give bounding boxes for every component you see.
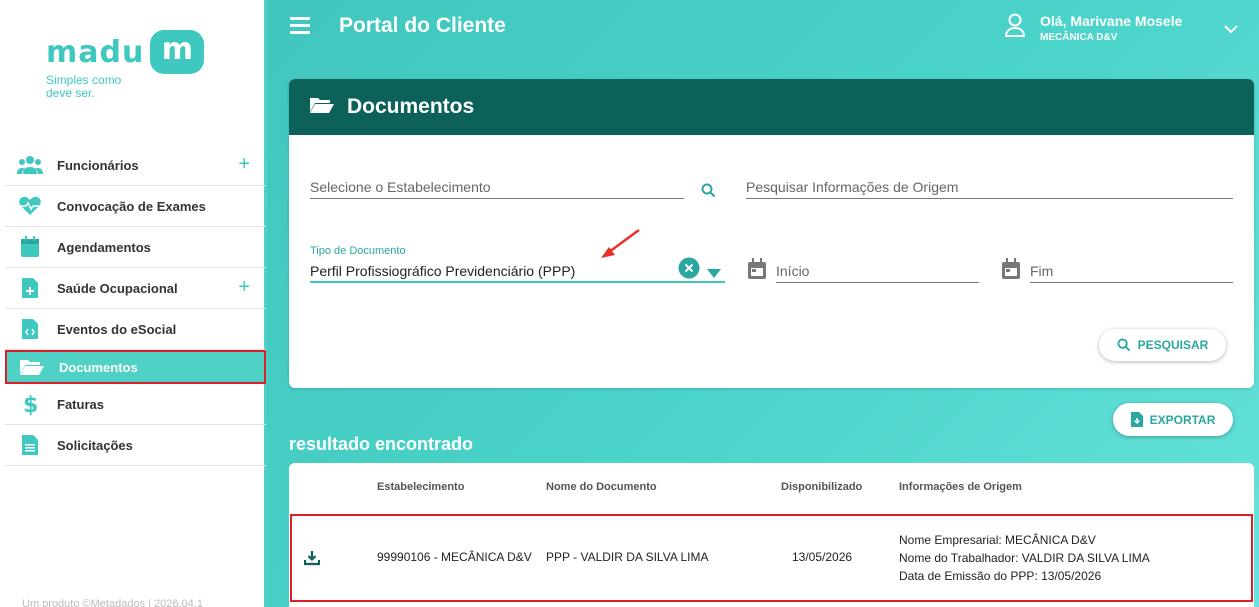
heart-pulse-icon [17,195,43,217]
user-greeting[interactable]: Olá, Marivane Mosele [1040,13,1182,29]
sidebar-item-documentos[interactable]: Documentos [5,350,266,384]
sidebar-item-funcionarios[interactable]: Funcionários + [5,145,266,186]
cell-establishment: 99990106 - MECÂNICA D&V [377,550,532,564]
document-icon [17,434,43,456]
search-icon [1117,338,1130,352]
sidebar-item-label: Faturas [57,396,104,412]
dollar-icon: $ [17,393,43,416]
footer-note: Um produto ©Metadados | 2026.04.1 [22,598,203,607]
expand-plus-icon[interactable]: + [238,153,250,176]
caret-down-icon[interactable] [707,265,721,283]
sidebar-item-label: Funcionários [57,157,139,173]
calendar-icon[interactable] [1001,258,1021,285]
folder-open-icon [19,356,45,378]
sidebar-item-saude-ocupacional[interactable]: Saúde Ocupacional + [5,268,266,309]
export-button-label: EXPORTAR [1149,412,1216,427]
user-company: MECÂNICA D&V [1040,32,1118,43]
sidebar-item-label: Documentos [59,359,138,375]
sidebar-item-label: Agendamentos [57,239,151,255]
documents-card: Documentos Selecione o Estabelecimento P… [289,79,1254,388]
document-type-select[interactable]: Tipo de Documento Perfil Profissiográfic… [310,245,725,284]
table-row[interactable]: 99990106 - MECÂNICA D&V PPP - VALDIR DA … [290,514,1253,602]
code-file-icon [17,318,43,340]
end-date-placeholder: Fim [1030,263,1054,279]
annotation-arrow-icon [601,228,640,258]
establishment-placeholder: Selecione o Estabelecimento [310,179,491,195]
column-header[interactable]: Informações de Origem [899,481,1022,493]
logo-wordmark: madu [46,34,145,70]
chevron-down-icon[interactable] [1224,21,1238,39]
result-title: resultado encontrado [289,434,474,454]
logo[interactable]: madu m Simples como deve ser. [46,30,205,100]
search-button[interactable]: PESQUISAR [1099,329,1226,361]
calendar-icon [17,236,43,258]
cell-document: PPP - VALDIR DA SILVA LIMA [546,550,709,564]
sidebar-item-faturas[interactable]: $ Faturas [5,384,266,425]
results-table: Estabelecimento Nome do Documento Dispon… [289,463,1254,607]
establishment-field[interactable]: Selecione o Estabelecimento [310,175,684,199]
card-title: Documentos [347,95,475,118]
sidebar: madu m Simples como deve ser. Funcionário… [0,0,267,607]
menu-icon[interactable] [290,17,310,34]
sidebar-item-agendamentos[interactable]: Agendamentos [5,227,266,268]
end-date-field[interactable]: Fim [1030,259,1233,283]
topbar: Portal do Cliente Olá, Marivane Mosele M… [267,0,1259,55]
sidebar-nav: Funcionários + Convocação de Exames Agen… [5,145,266,466]
medical-file-icon [17,277,43,299]
download-icon[interactable] [303,550,321,571]
sidebar-item-label: Saúde Ocupacional [57,280,178,296]
origin-line: Data de Emissão do PPP: 13/05/2026 [899,569,1102,583]
column-header[interactable]: Nome do Documento [546,481,657,493]
svg-text:$: $ [23,393,38,416]
file-download-icon [1130,412,1143,427]
sidebar-item-label: Solicitações [57,437,133,453]
sidebar-item-convocacao[interactable]: Convocação de Exames [5,186,266,227]
page-title: Portal do Cliente [339,14,506,37]
sidebar-item-label: Convocação de Exames [57,198,206,214]
start-date-field[interactable]: Início [776,259,979,283]
clear-icon[interactable] [678,257,700,284]
main-area: Portal do Cliente Olá, Marivane Mosele M… [267,0,1259,607]
sidebar-item-label: Eventos do eSocial [57,321,177,337]
expand-plus-icon[interactable]: + [238,276,250,299]
cell-origin: Nome Empresarial: MECÂNICA D&V Nome do T… [899,531,1150,585]
column-header[interactable]: Disponibilizado [781,481,862,493]
user-icon[interactable] [1004,13,1026,42]
folder-open-icon [309,96,335,119]
start-date-placeholder: Início [776,263,810,279]
cell-available: 13/05/2026 [792,550,853,564]
users-icon [17,154,43,176]
origin-line: Nome Empresarial: MECÂNICA D&V [899,533,1096,547]
sidebar-item-eventos-esocial[interactable]: Eventos do eSocial [5,309,266,350]
logo-badge: m [150,30,205,74]
logo-tagline: Simples como deve ser. [46,73,122,100]
origin-search-field[interactable]: Pesquisar Informações de Origem [746,175,1233,199]
search-icon[interactable] [701,183,716,203]
export-button[interactable]: EXPORTAR [1113,403,1233,436]
card-header: Documentos [289,79,1254,135]
search-button-label: PESQUISAR [1137,338,1209,352]
document-type-label: Tipo de Documento [310,245,406,257]
document-type-value: Perfil Profissiográfico Previdenciário (… [310,263,576,279]
calendar-icon[interactable] [747,258,767,285]
column-header[interactable]: Estabelecimento [377,481,464,493]
origin-placeholder: Pesquisar Informações de Origem [746,179,959,195]
sidebar-item-solicitacoes[interactable]: Solicitações [5,425,266,466]
origin-line: Nome do Trabalhador: VALDIR DA SILVA LIM… [899,551,1150,565]
